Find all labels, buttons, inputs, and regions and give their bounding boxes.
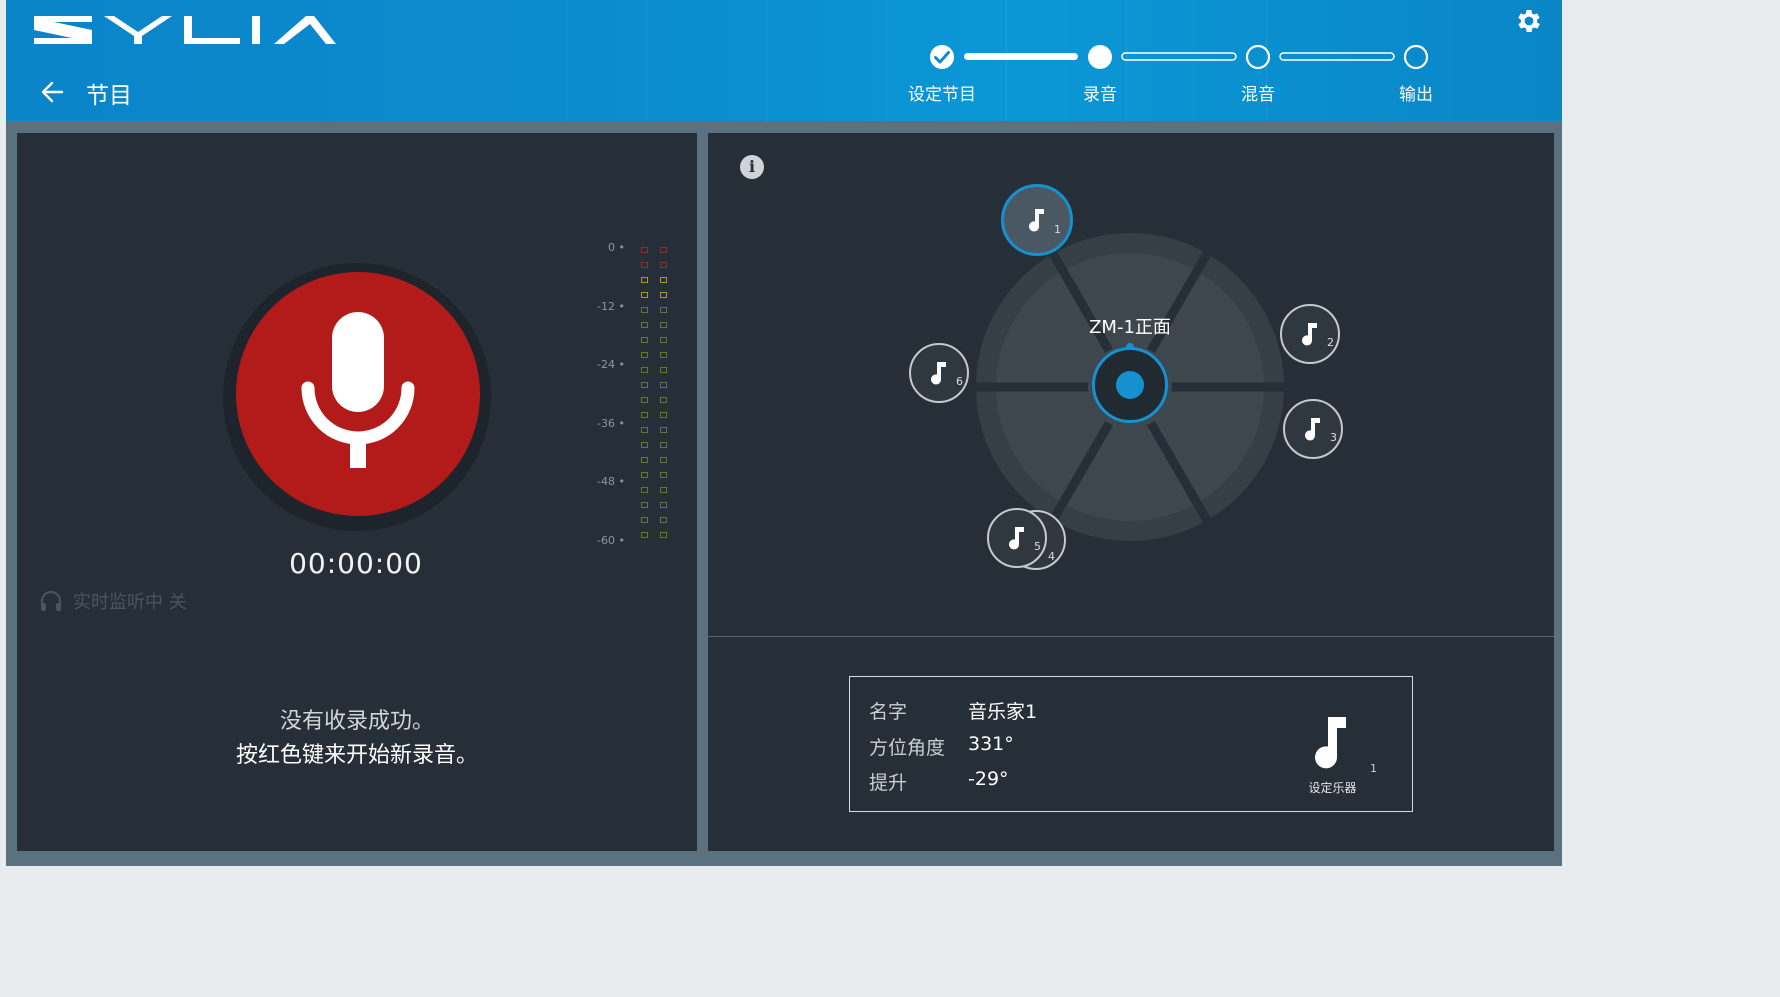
step-label[interactable]: 输出 — [1399, 80, 1433, 105]
music-note-icon — [1029, 209, 1044, 232]
meter-segment — [641, 277, 648, 283]
meter-segment — [660, 367, 667, 373]
meter-segment — [660, 262, 667, 268]
meter-segment — [641, 307, 648, 313]
step-current-icon[interactable] — [1088, 45, 1112, 69]
meter-segment — [660, 502, 667, 508]
progress-stepper — [930, 44, 1429, 70]
live-monitor-toggle[interactable]: 实时监听中 关 — [39, 588, 187, 614]
meter-segment — [641, 502, 648, 508]
meter-segment — [660, 307, 667, 313]
step-todo-icon[interactable] — [1403, 44, 1429, 70]
step-todo-icon[interactable] — [1245, 44, 1271, 70]
microphone-center[interactable] — [1092, 347, 1168, 423]
step-done-icon[interactable] — [930, 45, 954, 69]
meter-segment — [641, 532, 648, 538]
source-marker-selected[interactable]: 1 — [1001, 184, 1073, 256]
meter-segment — [641, 427, 648, 433]
db-scale-label: 0 • — [608, 241, 625, 254]
music-note-icon — [1302, 323, 1317, 346]
meter-segment — [660, 427, 667, 433]
step-label[interactable]: 混音 — [1241, 80, 1275, 105]
record-button[interactable] — [236, 272, 480, 516]
meter-segment — [660, 322, 667, 328]
meter-segment — [641, 412, 648, 418]
recording-timer: 00:00:00 — [289, 547, 423, 580]
name-label: 名字 — [869, 701, 908, 723]
db-scale-label: -24 • — [597, 358, 625, 371]
source-marker[interactable]: 6 — [909, 343, 969, 403]
header-bar: 节目 设定节目 录音 混音 输出 — [6, 0, 1562, 121]
microphone-icon — [301, 312, 415, 468]
live-monitor-label: 实时监听中 关 — [73, 592, 187, 613]
db-scale-label: -12 • — [597, 299, 625, 313]
spatial-panel: i ZM-1正面 4 5 1 2 3 6 名字 音乐家1 方位角度 331° 提… — [708, 133, 1554, 851]
meter-segment — [641, 322, 648, 328]
step-label[interactable]: 设定节目 — [908, 80, 976, 105]
source-number: 1 — [1054, 223, 1061, 236]
meter-segment — [641, 397, 648, 403]
meter-segment — [660, 517, 667, 523]
meter-segment — [641, 442, 648, 448]
meter-segment — [660, 412, 667, 418]
meter-segment — [660, 487, 667, 493]
meter-segment — [641, 367, 648, 373]
meter-segment — [641, 352, 648, 358]
headphones-icon — [40, 590, 62, 611]
meter-segment — [641, 292, 648, 298]
meter-segment — [641, 262, 648, 268]
meter-segment — [660, 337, 667, 343]
meter-segment — [660, 472, 667, 478]
app-window: 节目 设定节目 录音 混音 输出 00:00:00 实时监听中 关 没有收录成功… — [6, 0, 1562, 866]
recorder-panel: 00:00:00 实时监听中 关 没有收录成功。 按红色键来开始新录音。 0 •… — [17, 133, 697, 851]
meter-segment — [660, 382, 667, 388]
db-scale-label: -60 • — [597, 533, 625, 547]
meter-segment — [641, 337, 648, 343]
source-details-card: 名字 音乐家1 方位角度 331° 提升 -29° 1 设定乐器 — [849, 676, 1413, 812]
meter-segment — [641, 472, 648, 478]
status-message: 没有收录成功。 — [279, 709, 434, 734]
elevation-label: 提升 — [869, 772, 908, 794]
azimuth-label: 方位角度 — [869, 737, 946, 759]
azimuth-value[interactable]: 331° — [968, 733, 1014, 755]
music-note-icon — [1009, 527, 1024, 550]
meter-segment — [641, 487, 648, 493]
meter-segment — [641, 382, 648, 388]
source-marker[interactable]: 2 — [1280, 304, 1340, 364]
db-scale-label: -36 • — [597, 416, 625, 430]
set-instrument-button[interactable]: 设定乐器 — [1290, 779, 1375, 796]
meter-segment — [660, 247, 667, 253]
meter-segment — [660, 277, 667, 283]
panel-divider — [708, 636, 1554, 637]
meter-segment — [660, 442, 667, 448]
music-note-icon — [1305, 418, 1320, 441]
music-note-icon — [931, 362, 946, 385]
meter-segment — [660, 397, 667, 403]
meter-segment — [641, 457, 648, 463]
source-marker[interactable]: 3 — [1283, 399, 1343, 459]
instrument-number: 1 — [1370, 762, 1377, 775]
source-number: 2 — [1327, 336, 1334, 349]
meter-segment — [660, 352, 667, 358]
meter-segment — [641, 517, 648, 523]
elevation-value[interactable]: -29° — [968, 768, 1009, 790]
source-number: 6 — [956, 375, 963, 388]
meter-segment — [660, 292, 667, 298]
db-scale-label: -48 • — [597, 475, 625, 488]
source-number: 4 — [1048, 550, 1055, 563]
step-label[interactable]: 录音 — [1083, 80, 1117, 105]
music-note-icon[interactable] — [1312, 715, 1352, 771]
name-value[interactable]: 音乐家1 — [968, 697, 1037, 724]
mic-orientation-label: ZM-1正面 — [1089, 317, 1171, 338]
meter-segment — [641, 247, 648, 253]
meter-segment — [660, 457, 667, 463]
source-number: 3 — [1330, 431, 1337, 444]
instruction-message: 按红色键来开始新录音。 — [235, 743, 478, 768]
source-marker[interactable]: 5 — [987, 508, 1047, 568]
meter-segment — [660, 532, 667, 538]
source-number: 5 — [1034, 540, 1041, 553]
